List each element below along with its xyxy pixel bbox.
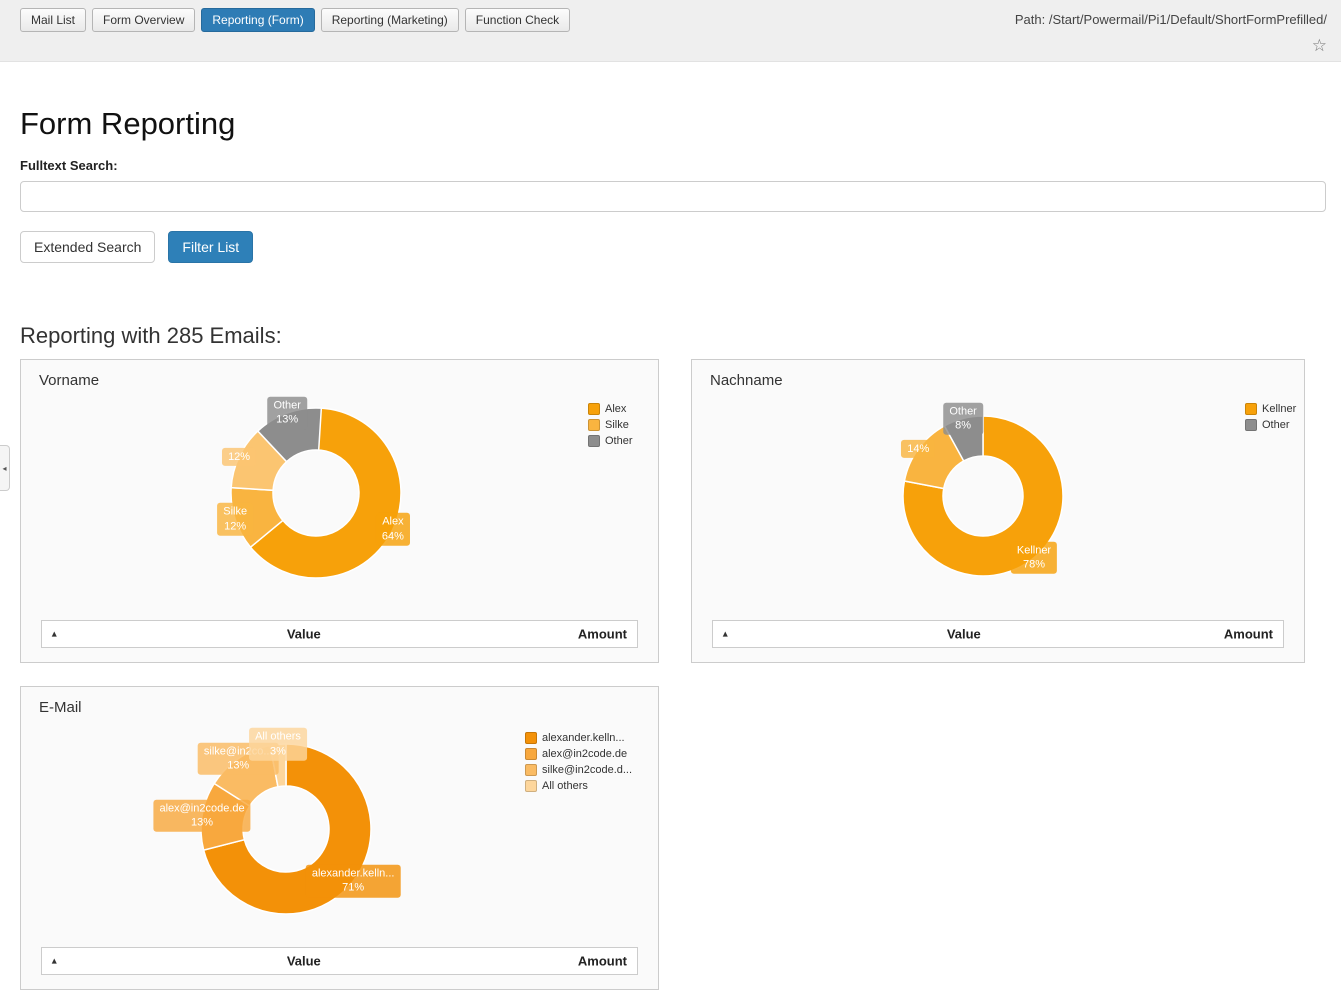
- result-table-header: ▴ Value Amount: [712, 620, 1284, 648]
- chart-title: E-Mail: [21, 687, 658, 720]
- donut-chart-nachname: KellnerOther Kellner78%14%Other8%: [692, 393, 1304, 620]
- result-table-header: ▴ Value Amount: [41, 947, 638, 975]
- chevron-left-icon: ◂: [2, 464, 6, 473]
- chart-panel-nachname: Nachname KellnerOther Kellner78%14%Other…: [691, 359, 1305, 663]
- value-column-header[interactable]: Value: [287, 627, 321, 642]
- result-table-header: ▴ Value Amount: [41, 620, 638, 648]
- fulltext-search-label: Fulltext Search:: [20, 158, 1326, 173]
- sort-caret-icon[interactable]: ▴: [52, 956, 57, 967]
- value-column-header[interactable]: Value: [287, 954, 321, 969]
- chart-title: Nachname: [692, 360, 1304, 393]
- donut-svg: [21, 720, 658, 947]
- breadcrumb-path: Path: /Start/Powermail/Pi1/Default/Short…: [1015, 12, 1327, 27]
- value-column-header[interactable]: Value: [947, 627, 981, 642]
- top-bar: Mail List Form Overview Reporting (Form)…: [0, 0, 1341, 62]
- chart-title: Vorname: [21, 360, 658, 393]
- reporting-heading: Reporting with 285 Emails:: [20, 323, 1326, 349]
- tab-mail-list[interactable]: Mail List: [20, 8, 86, 32]
- module-tabs: Mail List Form Overview Reporting (Form)…: [20, 8, 570, 32]
- amount-column-header[interactable]: Amount: [578, 954, 627, 969]
- main-content: Form Reporting Fulltext Search: Extended…: [0, 106, 1341, 990]
- donut-svg: [21, 393, 658, 620]
- page: Mail List Form Overview Reporting (Form)…: [0, 0, 1341, 990]
- sort-caret-icon[interactable]: ▴: [52, 629, 57, 640]
- sort-caret-icon[interactable]: ▴: [723, 629, 728, 640]
- donut-chart-email: alexander.kelln...alex@in2code.desilke@i…: [21, 720, 658, 947]
- amount-column-header[interactable]: Amount: [578, 627, 627, 642]
- donut-chart-vorname: AlexSilkeOther Alex64%Silke12%12%Other13…: [21, 393, 658, 620]
- amount-column-header[interactable]: Amount: [1224, 627, 1273, 642]
- fulltext-search-input[interactable]: [20, 181, 1326, 212]
- tab-reporting-form[interactable]: Reporting (Form): [201, 8, 314, 32]
- bookmark-star-icon[interactable]: ☆: [1312, 36, 1327, 56]
- tab-function-check[interactable]: Function Check: [465, 8, 570, 32]
- chart-panel-email: E-Mail alexander.kelln...alex@in2code.de…: [20, 686, 659, 990]
- chart-panel-vorname: Vorname AlexSilkeOther Alex64%Silke12%12…: [20, 359, 659, 663]
- tab-form-overview[interactable]: Form Overview: [92, 8, 195, 32]
- page-title: Form Reporting: [20, 106, 1326, 142]
- donut-svg: [692, 393, 1304, 620]
- filter-list-button[interactable]: Filter List: [168, 231, 253, 263]
- tab-reporting-marketing[interactable]: Reporting (Marketing): [321, 8, 459, 32]
- sidebar-collapse-handle[interactable]: ◂: [0, 445, 10, 491]
- extended-search-button[interactable]: Extended Search: [20, 231, 155, 263]
- charts-row: Vorname AlexSilkeOther Alex64%Silke12%12…: [20, 359, 1326, 663]
- search-buttons-row: Extended Search Filter List: [20, 231, 1326, 263]
